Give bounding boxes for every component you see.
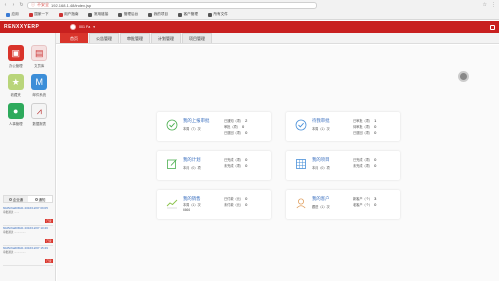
sidebar: ▣ 办公管理 ▤ 文员库 ★ 收藏夹 M 邮件系统 ● 人事管理 ⩘ 数据报表 … xyxy=(0,33,56,281)
bookmark-icon xyxy=(148,12,153,17)
bookmark-icon xyxy=(118,12,123,17)
fullscreen-icon[interactable] xyxy=(490,24,495,30)
notification-list: 60d5c6a60f0d1 2016/12/07 09:05 审批通过 ....… xyxy=(3,206,53,266)
tab-announcements[interactable]: 公告管理 xyxy=(89,33,119,43)
trend-icon xyxy=(166,197,178,209)
sidebar-app-reports[interactable]: ⩘ 数据报表 xyxy=(28,103,52,130)
card-my-customers[interactable]: 我的客户 跟进（1）次 新客户（个） 3 老客户（个） 0 xyxy=(286,190,400,219)
status-badge: 已读 xyxy=(44,219,53,223)
bookmark-icon xyxy=(88,12,93,17)
tab-notice[interactable]: 通知 xyxy=(28,196,52,202)
check-circle-icon xyxy=(166,119,178,131)
status-badge: 已读 xyxy=(44,259,53,263)
bookmark-item[interactable]: 我的项目 xyxy=(148,12,168,17)
tab-home[interactable]: 首页 xyxy=(60,33,88,43)
tab-plans[interactable]: 计划管理 xyxy=(151,33,181,43)
user-name: 001 Fa xyxy=(79,25,91,29)
card-title: 待我审批 xyxy=(312,118,330,123)
url-text: 192.168.1.48/index.jsp xyxy=(51,2,92,8)
bookmark-item[interactable]: 所有文件 xyxy=(207,12,228,17)
sidebar-app-office[interactable]: ▣ 办公管理 xyxy=(4,45,28,72)
forward-icon[interactable]: › xyxy=(11,2,16,8)
bookmark-icon xyxy=(58,12,63,17)
list-item[interactable]: 60d5c6a60f0d1 2016/12/07 15:49 审批通过 ....… xyxy=(3,246,53,266)
card-title: 我的计划 xyxy=(183,157,201,162)
bookmark-item[interactable]: 客户管理 xyxy=(178,12,198,17)
back-icon[interactable]: ‹ xyxy=(3,2,8,8)
toggle-icon[interactable] xyxy=(458,71,469,82)
mail-icon: M xyxy=(31,74,48,90)
star-icon[interactable]: ☆ xyxy=(483,2,487,8)
card-title: 我的客户 xyxy=(312,196,330,201)
chevron-down-icon: ▾ xyxy=(93,25,96,29)
card-subtitle: 跟进（1）次 xyxy=(312,205,330,209)
app-header: RENXXYERP 001 Fa ▾ xyxy=(0,21,499,33)
card-title: 我的上报审批 xyxy=(183,118,210,123)
card-subtitle: 本周（1）次 xyxy=(183,203,201,207)
radio-icon xyxy=(8,197,12,201)
card-subtitle: 本周（7）次 xyxy=(183,127,201,131)
bookmark-icon xyxy=(207,12,212,17)
tab-projects[interactable]: 项目管理 xyxy=(182,33,212,43)
radio-icon xyxy=(34,197,38,201)
bookmark-item[interactable]: 国家一下 xyxy=(28,12,49,17)
grid-icon xyxy=(295,158,307,170)
card-subtitle: 本月（0）项 xyxy=(183,166,201,170)
edit-icon xyxy=(166,158,178,170)
user-menu[interactable]: 001 Fa ▾ xyxy=(70,24,95,30)
person-icon: ● xyxy=(7,103,24,119)
contact-icon xyxy=(295,197,307,209)
card-pending-approvals[interactable]: 待我审批 本周（1）次 已审批（项） 1 待审批（项） 0 已退回（项） 0 xyxy=(286,112,400,141)
card-my-submissions[interactable]: 我的上报审批 本周（7）次 已通知（项） 2 审批（项） 0 已退回（项） 0 xyxy=(157,112,271,141)
bookmark-icon xyxy=(28,12,33,17)
tab-enterprise[interactable]: 企业通 xyxy=(4,196,28,202)
star-icon: ★ xyxy=(7,74,24,90)
sidebar-app-hr[interactable]: ● 人事管理 xyxy=(4,103,28,130)
bookmark-item[interactable]: 应用 xyxy=(6,12,19,17)
address-bar[interactable]: ⓘ 不安全 192.168.1.48/index.jsp xyxy=(27,1,317,9)
card-my-sales[interactable]: 我的销售 本周（1）次 6666 已付款（元） 0 未付款（元） 0 xyxy=(157,190,271,219)
card-subtitle: 本周（1）次 xyxy=(312,127,330,131)
avatar xyxy=(70,24,76,30)
card-subtitle: 本月（0）项 xyxy=(312,166,330,170)
list-item[interactable]: 60d5c6a60f0d1 2016/12/07 09:05 审批通过 ....… xyxy=(3,206,53,226)
check-circle-icon xyxy=(295,119,307,131)
warning-icon: ⓘ xyxy=(31,2,35,7)
sidebar-app-favorites[interactable]: ★ 收藏夹 xyxy=(4,74,28,101)
bookmark-icon xyxy=(178,12,183,17)
bookmark-item[interactable]: 常用链接 xyxy=(88,12,108,17)
card-my-plans[interactable]: 我的计划 本月（0）项 已完成（项） 0 未完成（项） 0 xyxy=(157,151,271,180)
building-icon: ▣ xyxy=(7,45,24,61)
apps-icon xyxy=(6,12,10,17)
bookmarks-bar: 应用 国家一下 用户指南 常用链接 管理后台 我的项目 客户管理 所有文件 xyxy=(0,10,499,19)
browser-chrome: ‹ › ↻ ⓘ 不安全 192.168.1.48/index.jsp ☆ ⋮ 应… xyxy=(0,0,499,20)
tab-approvals[interactable]: 审批管理 xyxy=(120,33,150,43)
sidebar-tabs: 企业通 通知 xyxy=(3,195,53,203)
app-logo: RENXXYERP xyxy=(4,24,40,30)
card-title: 我的项目 xyxy=(312,157,330,162)
bookmark-item[interactable]: 用户指南 xyxy=(58,12,78,17)
reload-icon[interactable]: ↻ xyxy=(19,2,24,8)
dashboard: 我的上报审批 本周（7）次 已通知（项） 2 审批（项） 0 已退回（项） 0 待我审… xyxy=(57,45,499,281)
document-icon: ▤ xyxy=(31,45,48,61)
sidebar-app-mail[interactable]: M 邮件系统 xyxy=(28,74,52,101)
menu-icon[interactable]: ⋮ xyxy=(491,2,496,8)
sidebar-app-docs[interactable]: ▤ 文员库 xyxy=(28,45,52,72)
status-badge: 已读 xyxy=(44,239,53,243)
card-my-projects[interactable]: 我的项目 本月（0）项 已完成（项） 0 未完成（项） 0 xyxy=(286,151,400,180)
bookmark-item[interactable]: 管理后台 xyxy=(118,12,138,17)
chart-icon: ⩘ xyxy=(31,103,48,119)
insecure-label: 不安全 xyxy=(37,2,49,7)
list-item[interactable]: 60d5c6a60f0d1 2016/12/07 10:46 审批通过 ....… xyxy=(3,226,53,246)
main-tabs: 首页 公告管理 审批管理 计划管理 项目管理 xyxy=(56,33,499,44)
card-amount: 6666 xyxy=(183,208,191,212)
